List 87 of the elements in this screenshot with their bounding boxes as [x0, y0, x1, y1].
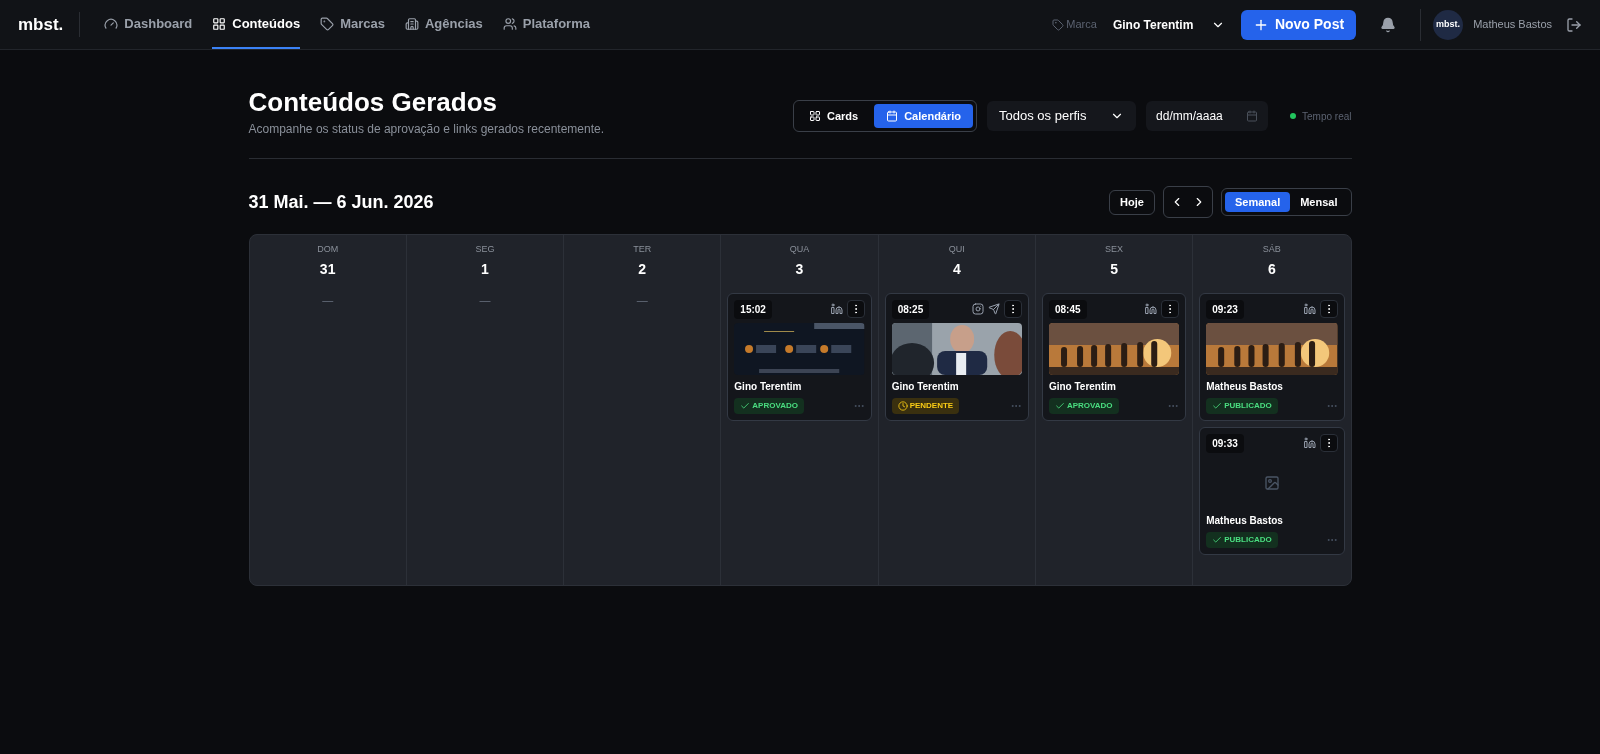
post-author: Gino Terentim	[1048, 379, 1117, 394]
nav-tab[interactable]: Plataforma	[502, 0, 590, 49]
linkedin-icon	[1303, 303, 1316, 315]
post-card[interactable]: 08:25 Gino Terentim PENDENTE	[884, 292, 1029, 421]
grid-icon	[809, 110, 821, 122]
logo[interactable]: mbst.	[18, 11, 81, 38]
weekday-label: QUA	[789, 243, 810, 256]
building-icon	[404, 16, 419, 31]
linkedin-icon	[830, 303, 843, 315]
page-subtitle: Acompanhe os status de aprovação e links gerados recentemente.	[248, 121, 605, 138]
empty-day-mark: —	[479, 292, 491, 308]
weekday-label: SEX	[1105, 243, 1124, 256]
status-badge: APROVADO	[1048, 397, 1119, 414]
post-time: 15:02	[734, 299, 772, 319]
post-time: 08:45	[1048, 299, 1087, 319]
notification-bell-icon[interactable]	[1380, 16, 1397, 33]
image-placeholder-icon	[1263, 474, 1280, 491]
instagram-icon	[971, 303, 984, 315]
post-time: 08:25	[891, 299, 930, 319]
check-icon	[1054, 400, 1065, 411]
more-button[interactable]	[846, 300, 865, 318]
post-author: Gino Terentim	[891, 379, 960, 394]
post-card[interactable]: 08:45 Gino Terentim APROVADO	[1041, 292, 1187, 421]
brand-select[interactable]: Gino Terentim	[1112, 15, 1225, 34]
day-number: 6	[1267, 259, 1276, 279]
grid-icon	[212, 16, 227, 31]
view-tab[interactable]: Cards	[797, 104, 871, 128]
date-range: 31 Mai. — 6 Jun. 2026	[248, 190, 434, 214]
nav-tab[interactable]: Marcas	[320, 0, 385, 49]
check-icon	[1212, 400, 1223, 411]
brand-label: Marca	[1066, 17, 1097, 33]
nav-tab[interactable]: Conteúdos	[212, 0, 301, 49]
tag-icon	[320, 16, 335, 31]
user-name: Matheus Bastos	[1473, 17, 1552, 33]
weekday-label: QUI	[948, 243, 965, 256]
users-icon	[502, 16, 517, 31]
nav-tab[interactable]: Agências	[404, 0, 483, 49]
day-number: 31	[319, 259, 336, 279]
period-tab[interactable]: Semanal	[1224, 192, 1291, 212]
new-post-button[interactable]: Novo Post	[1240, 9, 1357, 40]
day-number: 3	[795, 259, 804, 279]
date-field[interactable]: dd/mm/aaaa	[1146, 101, 1269, 131]
post-card[interactable]: 15:02 Gino Terentim APROVADO	[727, 292, 872, 421]
linkedin-icon	[1303, 437, 1316, 449]
period-tab[interactable]: Mensal	[1290, 192, 1348, 212]
weekday-label: TER	[633, 243, 652, 256]
calendar-icon	[886, 110, 899, 122]
empty-day-mark: —	[322, 292, 334, 308]
post-time: 09:23	[1206, 299, 1244, 319]
clock-icon	[897, 400, 908, 411]
post-author: Matheus Bastos	[1206, 379, 1284, 394]
page-title: Conteúdos Gerados	[248, 86, 498, 118]
tag-icon	[1052, 18, 1065, 31]
live-label: Tempo real	[1302, 109, 1352, 124]
day-number: 1	[481, 259, 489, 279]
linkedin-icon	[1145, 303, 1158, 315]
status-badge: PUBLICADO	[1206, 531, 1278, 548]
profile-select[interactable]: Todos os perfis	[987, 101, 1137, 131]
status-badge: APROVADO	[734, 397, 804, 414]
status-badge: PENDENTE	[891, 397, 960, 414]
weekday-label: SEG	[475, 243, 495, 256]
more-button[interactable]	[1161, 300, 1180, 318]
day-number: 4	[952, 259, 961, 279]
check-icon	[1212, 534, 1223, 545]
weekday-label: SÁB	[1262, 243, 1281, 256]
check-icon	[740, 400, 751, 411]
view-tab[interactable]: Calendário	[874, 104, 974, 128]
gauge-icon	[104, 16, 119, 31]
user-avatar[interactable]: mbst.	[1433, 9, 1464, 40]
weekday-label: DOM	[317, 243, 339, 256]
day-number: 2	[638, 259, 647, 279]
post-author: Matheus Bastos	[1206, 513, 1284, 528]
post-card[interactable]: 09:33 Matheus Bastos PUBLICADO	[1199, 426, 1345, 555]
today-button[interactable]: Hoje	[1109, 189, 1155, 215]
nav-tab[interactable]: Dashboard	[104, 0, 193, 49]
logout-icon[interactable]	[1566, 16, 1582, 33]
post-time: 09:33	[1206, 433, 1244, 453]
more-button[interactable]	[1319, 300, 1338, 318]
more-button[interactable]	[1003, 300, 1022, 318]
more-button[interactable]	[1319, 434, 1338, 452]
status-badge: PUBLICADO	[1206, 397, 1278, 414]
send-icon	[987, 303, 1000, 315]
calendar-icon	[1246, 110, 1259, 122]
empty-day-mark: —	[636, 292, 648, 308]
post-author: Gino Terentim	[734, 379, 803, 394]
day-number: 5	[1110, 259, 1118, 279]
post-card[interactable]: 09:23 Matheus Bastos PUBLICADO	[1199, 292, 1345, 421]
